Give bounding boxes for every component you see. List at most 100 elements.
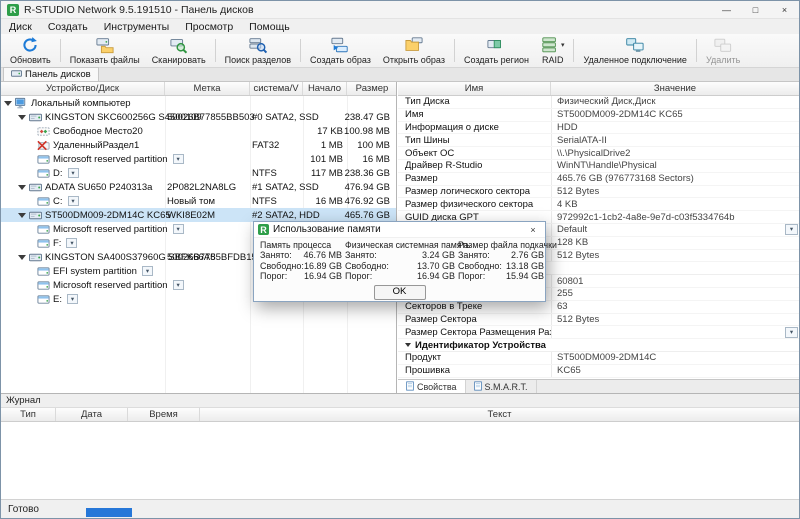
volume-dropdown-icon[interactable]: ▾ bbox=[67, 168, 79, 178]
log-table-body[interactable] bbox=[1, 422, 799, 501]
toolbar-remote-connection-button[interactable]: Удаленное подключение bbox=[577, 35, 692, 66]
expander-icon[interactable] bbox=[18, 114, 26, 120]
device-name-cell: C: ▾ bbox=[1, 194, 165, 208]
volume-dropdown-icon[interactable]: ▾ bbox=[141, 266, 153, 276]
toolbar-delete-button[interactable]: Удалить bbox=[700, 35, 746, 66]
property-row[interactable]: Размер Сектора 512 Bytes bbox=[398, 313, 799, 327]
property-row[interactable]: Тип Шины SerialATA-II bbox=[398, 134, 799, 148]
menu-item-help[interactable]: Помощь bbox=[241, 19, 298, 34]
device-label bbox=[167, 138, 251, 152]
property-row[interactable]: Размер Сектора Размещения Разделов ▾ bbox=[398, 326, 799, 340]
device-size: 100.98 MB bbox=[344, 125, 390, 137]
property-row[interactable]: Имя ST500DM009-2DM14C KC65 bbox=[398, 108, 799, 122]
device-row[interactable]: УдаленныйРаздел1 FAT32 1 MB 100 MB bbox=[1, 138, 396, 152]
column-header-time[interactable]: Время bbox=[128, 408, 200, 421]
menu-item-disk[interactable]: Диск bbox=[1, 19, 40, 34]
stat-label: Занято: bbox=[260, 250, 292, 260]
device-label: WKI8E02M bbox=[167, 209, 216, 221]
column-header-date[interactable]: Дата bbox=[56, 408, 128, 421]
column-header-device[interactable]: Устройство/Диск bbox=[1, 82, 165, 95]
column-header-value[interactable]: Значение bbox=[551, 82, 799, 95]
disk-icon bbox=[11, 68, 22, 82]
device-start: 101 MB bbox=[310, 153, 343, 165]
chevron-down-icon[interactable] bbox=[405, 343, 411, 348]
toolbar-create-region-button[interactable]: Создать регион bbox=[458, 35, 535, 66]
column-header-filesystem[interactable]: система/V bbox=[250, 82, 303, 95]
toolbar-refresh-button[interactable]: Обновить bbox=[4, 35, 57, 66]
dialog-title: Использование памяти bbox=[273, 224, 381, 235]
toolbar-show-files-button[interactable]: Показать файлы bbox=[64, 35, 146, 66]
property-value-text: 465.76 GB (976773168 Sectors) bbox=[557, 173, 694, 185]
dialog-grid: Память процесса Занято: 46.76 MB Свободно: 1… bbox=[260, 240, 557, 282]
dropdown-arrow-icon[interactable]: ▾ bbox=[561, 41, 565, 49]
column-header-size[interactable]: Размер bbox=[347, 82, 396, 95]
volume-dropdown-icon[interactable]: ▾ bbox=[66, 238, 78, 248]
volume-dropdown-icon[interactable]: ▾ bbox=[66, 294, 78, 304]
column-header-start[interactable]: Начало bbox=[303, 82, 347, 95]
device-row[interactable]: ST500DM009-2DM14C KC65 WKI8E02M #2 SATA2, … bbox=[1, 208, 396, 222]
device-row[interactable]: Microsoft reserved partition ▾ 101 MB 16 MB bbox=[1, 152, 396, 166]
maximize-button[interactable]: □ bbox=[741, 1, 770, 18]
property-value-text: ST500DM009-2DM14C bbox=[557, 352, 657, 364]
property-row[interactable]: Размер логического сектора 512 Bytes bbox=[398, 185, 799, 199]
device-row[interactable]: D: ▾ NTFS 117 MB 238.36 GB bbox=[1, 166, 396, 180]
toolbar-find-partitions-button[interactable]: Поиск разделов bbox=[219, 35, 297, 66]
property-row[interactable]: Продукт ST500DM009-2DM14C bbox=[398, 351, 799, 365]
ok-button[interactable]: OK bbox=[373, 284, 426, 300]
tab-smart[interactable]: S.M.A.R.T. bbox=[466, 380, 537, 393]
toolbar-scan-button[interactable]: Сканировать bbox=[146, 35, 212, 66]
device-start: 117 MB bbox=[310, 167, 343, 179]
tab-properties[interactable]: Свойства bbox=[398, 380, 466, 393]
close-button[interactable]: × bbox=[770, 1, 799, 18]
property-row[interactable]: Информация о диске HDD bbox=[398, 121, 799, 135]
disk-icon bbox=[29, 251, 42, 264]
expander-icon[interactable] bbox=[18, 212, 26, 218]
device-name-cell: Microsoft reserved partition ▾ bbox=[1, 278, 184, 292]
column-header-type[interactable]: Тип bbox=[1, 408, 56, 421]
expander-icon[interactable] bbox=[18, 184, 26, 190]
dropdown-arrow-icon[interactable]: ▾ bbox=[785, 326, 798, 338]
device-row[interactable]: Локальный компьютер bbox=[1, 96, 396, 110]
menu-item-create[interactable]: Создать bbox=[40, 19, 96, 34]
dialog-close-icon[interactable]: × bbox=[521, 222, 545, 237]
menu-item-tools[interactable]: Инструменты bbox=[96, 19, 177, 34]
column-header-name[interactable]: Имя bbox=[398, 82, 551, 95]
expander-icon[interactable] bbox=[4, 100, 12, 106]
menu-item-view[interactable]: Просмотр bbox=[177, 19, 241, 34]
property-group-row[interactable]: Идентификатор Устройства bbox=[398, 339, 799, 352]
property-value-text: 60801 bbox=[557, 275, 584, 287]
property-name: Размер Сектора Размещения Разделов bbox=[405, 326, 551, 338]
column-header-text[interactable]: Текст bbox=[200, 408, 799, 421]
property-row[interactable]: Объект ОС \\.\PhysicalDrive2 bbox=[398, 147, 799, 160]
device-row[interactable]: Свободное Место20 17 KB 100.98 MB bbox=[1, 124, 396, 138]
toolbar-raid-button[interactable]: ▾ RAID bbox=[535, 35, 571, 66]
property-group-label: Идентификатор Устройства bbox=[415, 339, 546, 351]
partition-icon bbox=[37, 279, 50, 292]
toolbar-create-image-button[interactable]: Создать образ bbox=[304, 35, 377, 66]
minimize-button[interactable]: — bbox=[712, 1, 741, 18]
property-value: Default ▾ bbox=[551, 223, 799, 236]
device-row[interactable]: C: ▾ Новый том NTFS 16 MB 476.92 GB bbox=[1, 194, 396, 208]
device-row[interactable]: ADATA SU650 P240313a 2P082L2NA8LG #1 SATA2… bbox=[1, 180, 396, 194]
property-row[interactable]: Прошивка KC65 bbox=[398, 364, 799, 378]
property-name: Имя bbox=[405, 109, 424, 121]
volume-dropdown-icon[interactable]: ▾ bbox=[67, 196, 79, 206]
memory-stat-row: Занято: 46.76 MB bbox=[260, 250, 342, 261]
device-name-cell: Microsoft reserved partition ▾ bbox=[1, 222, 184, 236]
toolbar-button-label: Сканировать bbox=[151, 55, 206, 65]
device-size: 465.76 GB bbox=[344, 209, 390, 221]
toolbar-open-image-button[interactable]: Открыть образ bbox=[377, 35, 451, 66]
property-row[interactable]: Драйвер R-Studio WinNT\Handle\Physical bbox=[398, 159, 799, 173]
device-name-cell: Microsoft reserved partition ▾ bbox=[1, 152, 184, 166]
device-row[interactable]: KINGSTON SKC600256G S4500109 50026B77855B… bbox=[1, 110, 396, 124]
property-value: ST500DM009-2DM14C bbox=[551, 351, 799, 364]
property-row[interactable]: Размер 465.76 GB (976773168 Sectors) bbox=[398, 172, 799, 186]
property-row[interactable]: Размер физического сектора 4 KB bbox=[398, 198, 799, 212]
tab-disk-panel[interactable]: Панель дисков bbox=[3, 67, 99, 81]
expander-icon[interactable] bbox=[18, 254, 26, 260]
dropdown-arrow-icon[interactable]: ▾ bbox=[785, 224, 798, 236]
property-row[interactable]: Тип Диска Физический Диск,Диск bbox=[398, 96, 799, 109]
column-header-label[interactable]: Метка bbox=[165, 82, 250, 95]
property-value: 63 bbox=[551, 300, 799, 313]
property-row[interactable]: Секторов в Треке 63 bbox=[398, 300, 799, 314]
